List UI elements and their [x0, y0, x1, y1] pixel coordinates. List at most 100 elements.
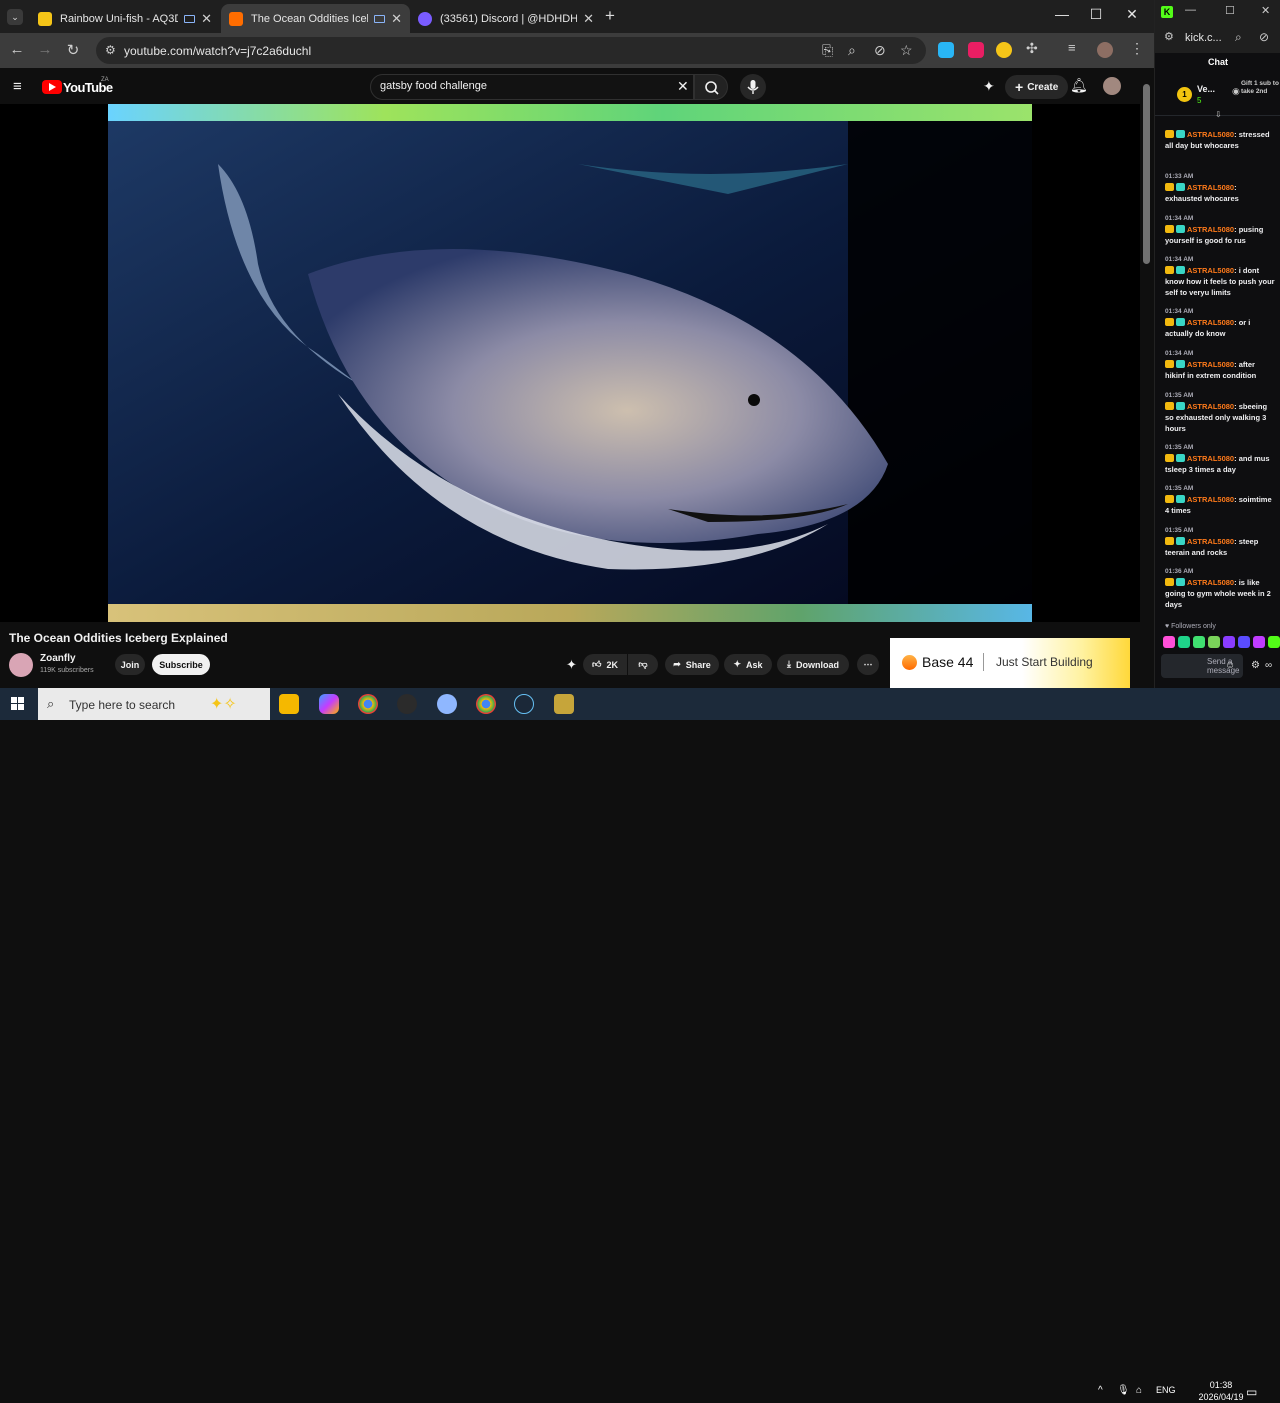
dislike-button[interactable]: 👎︎ — [628, 654, 658, 675]
notification-center-icon[interactable]: ▭ — [1246, 1385, 1257, 1399]
chrome-icon[interactable] — [358, 694, 378, 714]
download-button[interactable]: ⤓ Download — [777, 654, 849, 675]
chat-minimize-icon[interactable]: — — [1185, 4, 1196, 16]
emote-icon[interactable] — [1178, 636, 1190, 648]
browser-menu-icon[interactable]: ⋮ — [1130, 40, 1144, 57]
chat-message[interactable]: 01:34 AM ASTRAL5080: pusing yourself is g… — [1165, 213, 1275, 246]
more-actions-button[interactable]: ⋯ — [857, 654, 879, 675]
taskbar-search-box[interactable]: ⌕ Type here to search ✦✧ — [38, 688, 270, 720]
chat-settings-icon[interactable]: ⚙ — [1251, 660, 1260, 671]
minimize-icon[interactable]: — — [1052, 6, 1072, 22]
chat-username[interactable]: ASTRAL5080 — [1187, 183, 1234, 192]
channel-avatar[interactable] — [9, 653, 33, 677]
forward-icon[interactable]: → — [36, 41, 54, 58]
chat-username[interactable]: ASTRAL5080 — [1187, 537, 1234, 546]
chat-message[interactable]: 01:34 AM ASTRAL5080: i dont know how it f… — [1165, 254, 1275, 298]
chat-message[interactable]: 01:35 AM ASTRAL5080: soimtime 4 times — [1165, 483, 1275, 516]
create-button[interactable]: + Create — [1005, 75, 1069, 99]
voice-search-button[interactable] — [740, 74, 766, 100]
file-explorer-icon[interactable] — [279, 694, 299, 714]
channel-name[interactable]: Zoanfly — [40, 653, 76, 664]
steam-icon[interactable] — [514, 694, 534, 714]
video-frame[interactable] — [108, 104, 1032, 622]
subscribe-button[interactable]: Subscribe — [152, 654, 210, 675]
emote-icon[interactable] — [1208, 636, 1220, 648]
ad-banner[interactable]: Base 44 Just Start Building — [890, 638, 1130, 688]
account-avatar[interactable] — [1103, 77, 1121, 95]
notifications-bell-icon[interactable]: 🔔︎ — [1070, 77, 1088, 94]
chat-emoji-icon[interactable]: ☺ — [1225, 660, 1235, 671]
address-bar[interactable]: ⚙ youtube.com/watch?v=j7c2a6duchl ⎘ ⌕ ⊘ … — [96, 37, 926, 64]
sparkle-icon[interactable]: ✦ — [983, 78, 995, 95]
chat-site-settings-icon[interactable]: ⚙ — [1164, 30, 1174, 43]
tab-close-icon[interactable]: ✕ — [583, 11, 594, 27]
reading-list-icon[interactable]: ≡ — [1068, 40, 1076, 55]
tab-ocean-oddities[interactable]: The Ocean Oddities Iceberg ✕ — [221, 4, 410, 33]
chat-message[interactable]: 01:36 AM ASTRAL5080: is like going to gym… — [1165, 566, 1275, 610]
tab-close-icon[interactable]: ✕ — [391, 11, 402, 27]
share-button[interactable]: ➦ Share — [665, 654, 719, 675]
chat-zoom-icon[interactable]: ⌕ — [1235, 30, 1242, 45]
chat-site-url[interactable]: kick.c... — [1185, 32, 1222, 44]
ask-button[interactable]: ✦ Ask — [724, 654, 772, 675]
bookmark-star-icon[interactable]: ☆ — [900, 42, 913, 59]
maximize-icon[interactable]: ☐ — [1086, 6, 1106, 23]
emote-icon[interactable] — [1268, 636, 1280, 648]
back-icon[interactable]: ← — [8, 41, 26, 58]
language-indicator[interactable]: ENG — [1156, 1385, 1176, 1395]
chat-username[interactable]: ASTRAL5080 — [1187, 318, 1234, 327]
chat-username[interactable]: ASTRAL5080 — [1187, 360, 1234, 369]
emote-icon[interactable] — [1163, 636, 1175, 648]
scrollbar-thumb[interactable] — [1143, 84, 1150, 264]
chat-username[interactable]: ASTRAL5080 — [1187, 225, 1234, 234]
network-icon[interactable]: ⌂ — [1136, 1385, 1142, 1396]
windows-start-icon[interactable] — [11, 697, 25, 711]
chat-eye-off-icon[interactable]: ⊘ — [1259, 30, 1269, 44]
taskbar-clock[interactable]: 01:38 2026/04/19 — [1196, 1379, 1246, 1403]
emote-icon[interactable] — [1253, 636, 1265, 648]
close-window-icon[interactable]: ✕ — [1122, 6, 1142, 23]
chat-close-icon[interactable]: ✕ — [1261, 4, 1270, 17]
new-tab-button[interactable]: + — [605, 6, 615, 26]
chat-username[interactable]: ASTRAL5080 — [1187, 130, 1234, 139]
tab-search-button[interactable]: ⌄ — [7, 9, 23, 25]
game-app-icon[interactable] — [554, 694, 574, 714]
extension-icon[interactable] — [938, 42, 954, 58]
reload-icon[interactable]: ↻ — [64, 41, 82, 59]
tab-rainbow-unifish[interactable]: Rainbow Uni-fish - AQ3D ✕ — [30, 4, 220, 33]
chat-message[interactable]: 01:34 AM ASTRAL5080: or i actually do kno… — [1165, 306, 1275, 339]
tab-close-icon[interactable]: ✕ — [201, 11, 212, 27]
emote-icon[interactable] — [1223, 636, 1235, 648]
chat-message[interactable]: 01:34 AM ASTRAL5080: after hikinf in extr… — [1165, 348, 1275, 381]
emote-bar[interactable] — [1163, 636, 1280, 648]
extension-icon[interactable] — [996, 42, 1012, 58]
zoom-icon[interactable]: ⌕ — [848, 42, 856, 59]
chat-message[interactable]: 01:35 AM ASTRAL5080: sbeeing so exhausted… — [1165, 390, 1275, 434]
search-box[interactable] — [370, 74, 694, 100]
tray-chevron-icon[interactable]: ^ — [1098, 1385, 1103, 1396]
extensions-puzzle-icon[interactable]: ✣ — [1026, 40, 1038, 57]
chat-message[interactable]: 01:35 AM ASTRAL5080: and mus tsleep 3 tim… — [1165, 442, 1275, 475]
chat-username[interactable]: ASTRAL5080 — [1187, 495, 1234, 504]
video-player[interactable] — [0, 104, 1140, 622]
like-button[interactable]: 👍︎ 2K — [583, 654, 627, 675]
app-icon[interactable] — [437, 694, 457, 714]
cast-icon[interactable]: ⎘ — [822, 42, 833, 59]
chat-username[interactable]: ASTRAL5080 — [1187, 402, 1234, 411]
join-button[interactable]: Join — [115, 654, 145, 675]
tab-discord[interactable]: (33561) Discord | @HDHDHDH ✕ — [410, 4, 602, 33]
youtube-logo-icon[interactable] — [42, 80, 62, 94]
chat-maximize-icon[interactable]: ☐ — [1225, 4, 1235, 17]
chat-username[interactable]: ASTRAL5080 — [1187, 454, 1234, 463]
profile-avatar[interactable] — [1097, 42, 1113, 58]
eye-off-icon[interactable]: ⊘ — [874, 42, 886, 59]
site-info-icon[interactable]: ⚙ — [105, 43, 116, 57]
search-button[interactable] — [694, 74, 728, 100]
ai-sparkle-icon[interactable]: ✦ — [566, 657, 577, 673]
extension-icon[interactable] — [968, 42, 984, 58]
chat-username[interactable]: ASTRAL5080 — [1187, 578, 1234, 587]
search-input[interactable] — [380, 80, 670, 92]
emote-icon[interactable] — [1193, 636, 1205, 648]
chat-message[interactable]: 01:35 AM ASTRAL5080: steep teerain and ro… — [1165, 525, 1275, 558]
chrome-profile-icon[interactable] — [476, 694, 496, 714]
